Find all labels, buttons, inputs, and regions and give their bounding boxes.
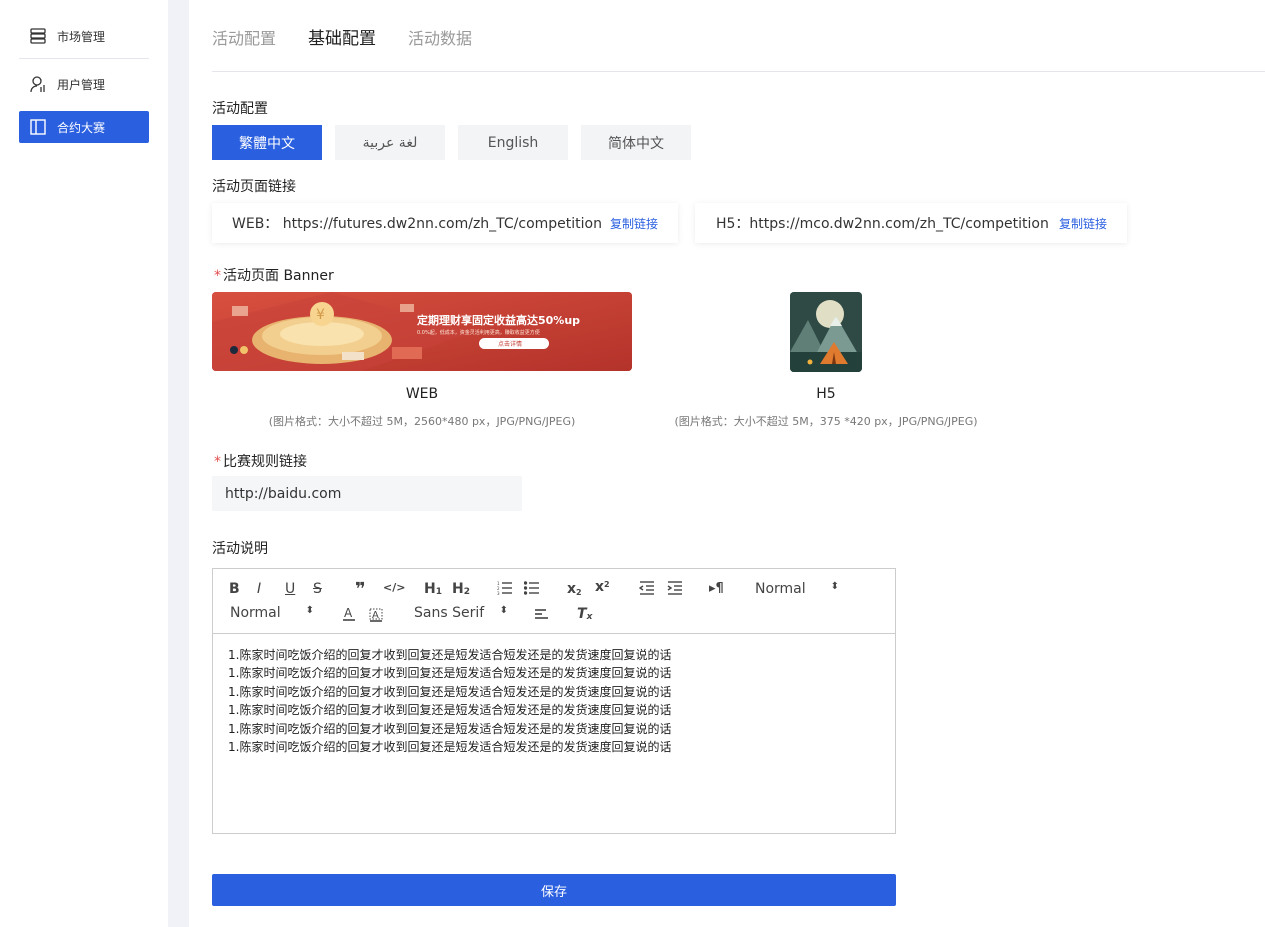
font-select[interactable]: Sans Serif ⬍ xyxy=(414,605,508,621)
language-selector: 繁體中文 لغة عربية English 简体中文 xyxy=(212,125,704,160)
chevron-updown-icon: ⬍ xyxy=(499,605,508,616)
svg-text:¥: ¥ xyxy=(316,307,325,323)
layout-icon xyxy=(19,118,57,136)
editor-line: 1.陈家时间吃饭介绍的回复才收到回复还是短发适合短发还是的发货速度回复说的话 xyxy=(228,703,672,718)
superscript-icon[interactable]: x2 xyxy=(595,579,610,595)
italic-icon[interactable]: I xyxy=(257,581,261,597)
copy-web-link-button[interactable]: 复制链接 xyxy=(610,215,658,232)
banner-cta: 点击详情 xyxy=(498,340,522,348)
sidebar-item-label: 合约大赛 xyxy=(57,120,106,135)
sidebar: 市场管理 用户管理 合约大赛 xyxy=(0,0,168,927)
blockquote-icon[interactable]: ❞ xyxy=(355,579,366,600)
clear-format-icon[interactable]: Tx xyxy=(577,605,592,623)
section-title-activity-config: 活动配置 xyxy=(212,101,268,117)
tab-basic-config[interactable]: 基础配置 xyxy=(308,24,376,49)
font-color-icon[interactable]: A xyxy=(341,606,357,622)
lang-simplified-chinese[interactable]: 简体中文 xyxy=(581,125,691,160)
outdent-icon[interactable] xyxy=(639,581,655,595)
chevron-updown-icon: ⬍ xyxy=(830,581,839,592)
size-select[interactable]: Normal ⬍ xyxy=(230,605,314,621)
banner-subline: 0.0%起，低成本，资金灵活利用更高，赚取收益更方便 xyxy=(417,329,540,336)
bullet-list-icon[interactable] xyxy=(524,581,540,595)
heading1-icon[interactable]: H1 xyxy=(424,581,442,597)
subscript-icon[interactable]: x2 xyxy=(567,581,582,597)
text-direction-icon[interactable]: ▸¶ xyxy=(709,581,724,596)
web-link-card: WEB： https://futures.dw2nn.com/zh_TC/com… xyxy=(212,203,678,243)
background-color-icon[interactable]: A xyxy=(368,606,384,622)
svg-text:A: A xyxy=(344,606,353,620)
strike-icon[interactable]: S xyxy=(313,581,322,597)
editor-line: 1.陈家时间吃饭介绍的回复才收到回复还是短发适合短发还是的发货速度回复说的话 xyxy=(228,740,672,755)
section-title-rules-link: * 比赛规则链接 xyxy=(214,454,307,470)
lang-traditional-chinese[interactable]: 繁體中文 xyxy=(212,125,322,160)
tab-bar: 活动配置 基础配置 活动数据 xyxy=(212,25,504,49)
sidebar-item-contest[interactable]: 合约大赛 xyxy=(19,111,149,143)
h5-banner-image[interactable] xyxy=(790,292,862,372)
required-marker: * xyxy=(214,454,221,470)
editor-content[interactable]: 1.陈家时间吃饭介绍的回复才收到回复还是短发适合短发还是的发货速度回复说的话 1… xyxy=(213,634,895,768)
svg-text:3: 3 xyxy=(497,591,500,595)
code-block-icon[interactable]: </> xyxy=(383,581,405,594)
h5-link-text: H5：https://mco.dw2nn.com/zh_TC/competiti… xyxy=(716,216,1049,232)
tab-divider xyxy=(212,71,1265,72)
tab-activity-config[interactable]: 活动配置 xyxy=(212,25,276,49)
sidebar-item-label: 市场管理 xyxy=(57,29,106,44)
web-banner-image[interactable]: ¥ 定期理财享固定收益高达50%up 0.0%起，低成本，资金灵活利用更高，赚取… xyxy=(212,292,632,371)
editor-line: 1.陈家时间吃饭介绍的回复才收到回复还是短发适合短发还是的发货速度回复说的话 xyxy=(228,666,672,681)
server-icon xyxy=(19,27,57,45)
lang-arabic[interactable]: لغة عربية xyxy=(335,125,445,160)
sidebar-item-market[interactable]: 市场管理 xyxy=(19,20,149,52)
banner-headline: 定期理财享固定收益高达50%up xyxy=(417,313,580,327)
section-title-banner: * 活动页面 Banner xyxy=(214,268,334,284)
editor-toolbar: B I U S ❞ </> H1 H2 123 x2 x2 ▸¶ Normal … xyxy=(213,569,895,634)
web-banner-caption: WEB xyxy=(405,386,439,402)
svg-text:A: A xyxy=(372,610,379,621)
h5-link-card: H5：https://mco.dw2nn.com/zh_TC/competiti… xyxy=(695,203,1127,243)
rules-link-value: http://baidu.com xyxy=(225,485,342,502)
copy-h5-link-button[interactable]: 复制链接 xyxy=(1059,215,1107,232)
section-title-page-link: 活动页面链接 xyxy=(212,179,296,195)
sidebar-divider xyxy=(19,58,149,59)
tab-activity-data[interactable]: 活动数据 xyxy=(408,25,472,49)
indent-icon[interactable] xyxy=(667,581,683,595)
header-select[interactable]: Normal ⬍ xyxy=(755,581,839,597)
editor-line: 1.陈家时间吃饭介绍的回复才收到回复还是短发适合短发还是的发货速度回复说的话 xyxy=(228,721,672,736)
save-button[interactable]: 保存 xyxy=(212,874,896,906)
web-banner-hint: (图片格式：大小不超过 5M，2560*480 px，JPG/PNG/JPEG) xyxy=(268,415,576,428)
section-title-description: 活动说明 xyxy=(212,541,268,557)
editor-line: 1.陈家时间吃饭介绍的回复才收到回复还是短发适合短发还是的发货速度回复说的话 xyxy=(228,648,672,662)
ordered-list-icon[interactable]: 123 xyxy=(497,581,513,595)
rich-text-editor: B I U S ❞ </> H1 H2 123 x2 x2 ▸¶ Normal … xyxy=(212,568,896,834)
h5-banner-hint: (图片格式：大小不超过 5M，375 *420 px，JPG/PNG/JPEG) xyxy=(674,415,978,428)
lang-english[interactable]: English xyxy=(458,125,568,160)
sidebar-item-users[interactable]: 用户管理 xyxy=(19,68,149,100)
bold-icon[interactable]: B xyxy=(229,581,240,597)
web-link-text: WEB： https://futures.dw2nn.com/zh_TC/com… xyxy=(232,216,602,232)
h5-banner-caption: H5 xyxy=(816,386,836,402)
heading2-icon[interactable]: H2 xyxy=(452,581,470,597)
required-marker: * xyxy=(214,268,221,284)
rules-link-input[interactable]: http://baidu.com xyxy=(212,476,522,511)
chevron-updown-icon: ⬍ xyxy=(305,605,314,616)
sidebar-gutter xyxy=(168,0,189,927)
user-chart-icon xyxy=(19,75,57,93)
underline-icon[interactable]: U xyxy=(285,581,295,597)
editor-line: 1.陈家时间吃饭介绍的回复才收到回复还是短发适合短发还是的发货速度回复说的话 xyxy=(228,684,672,699)
align-icon[interactable] xyxy=(534,607,550,621)
sidebar-item-label: 用户管理 xyxy=(57,77,106,92)
main-content: 活动配置 基础配置 活动数据 活动配置 繁體中文 لغة عربية Engli… xyxy=(212,0,1265,927)
